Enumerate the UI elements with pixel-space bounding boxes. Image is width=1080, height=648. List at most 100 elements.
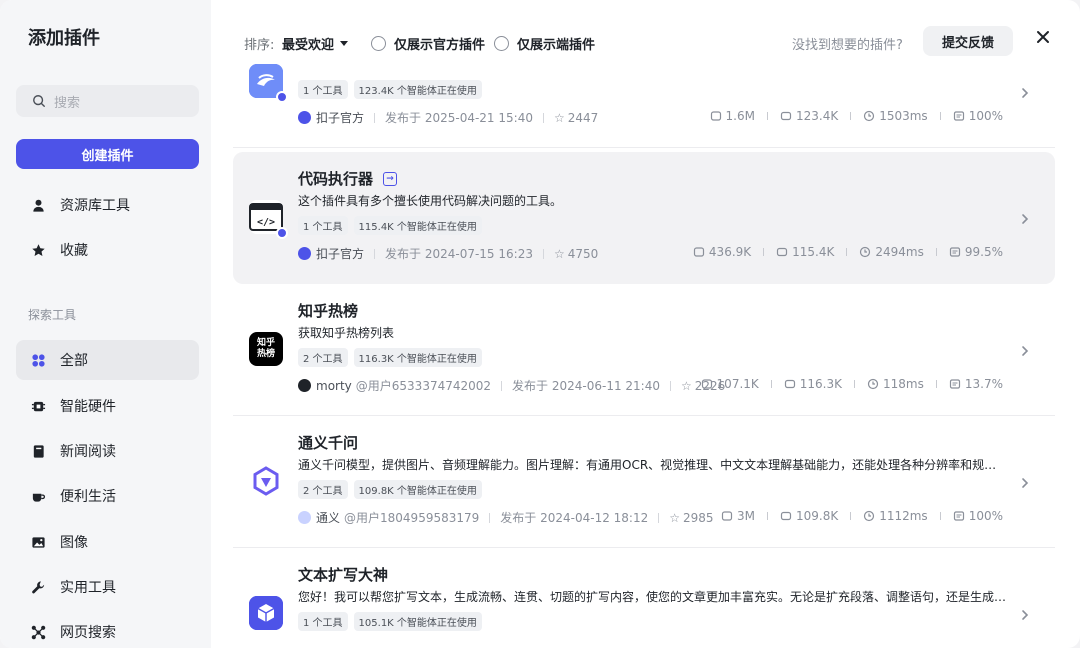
stat-calls: 107.1K — [701, 377, 759, 391]
chevron-right-icon — [1019, 606, 1031, 620]
chevron-right-icon — [1019, 84, 1031, 98]
success-rate-icon — [949, 379, 960, 389]
plugin-card[interactable]: 知乎热榜 知乎热榜 获取知乎热榜列表 2 个工具 116.3K 个智能体正在使用… — [233, 284, 1055, 416]
plugin-meta: 通义 @用户1804959583179 发布于 2024-04-12 18:12… — [298, 509, 714, 526]
chevron-right-icon — [1019, 342, 1031, 356]
close-button[interactable] — [1032, 26, 1054, 48]
main-panel: 排序: 最受欢迎 仅展示官方插件 仅展示端插件 没找到想要的插件? 提交反馈 1… — [211, 0, 1080, 648]
sidebar: 添加插件 搜索 创建插件 资源库工具 收藏 探索工具 全部 智能硬件 新闻阅读 — [0, 0, 211, 648]
stat-value: 100% — [968, 509, 1003, 523]
plugin-card[interactable]: 通义千问 通义千问模型，提供图片、音频理解能力。图片理解：有通用OCR、视觉推理… — [233, 416, 1055, 548]
add-plugin-modal: 添加插件 搜索 创建插件 资源库工具 收藏 探索工具 全部 智能硬件 新闻阅读 — [0, 0, 1080, 648]
stat-bots: 123.4K — [780, 109, 838, 123]
sidebar-item-convenient-life[interactable]: 便利生活 — [16, 476, 199, 516]
sidebar-item-label: 便利生活 — [60, 489, 116, 505]
stat-bots: 109.8K — [780, 509, 838, 523]
publish-date: 发布于 2024-04-12 18:12 — [500, 511, 649, 525]
stat-bots: 115.4K — [776, 245, 834, 259]
plugin-name-text: 通义千问 — [298, 434, 359, 452]
sidebar-item-library-tools[interactable]: 资源库工具 — [16, 185, 199, 225]
plugin-name: 知乎热榜 — [298, 300, 358, 321]
stat-success: 100% — [953, 109, 1003, 123]
stat-value: 436.9K — [708, 245, 752, 259]
sidebar-item-label: 全部 — [60, 353, 88, 369]
divider — [542, 248, 544, 259]
sidebar-item-web-search[interactable]: 网页搜索 — [16, 612, 199, 648]
sidebar-item-all[interactable]: 全部 — [16, 340, 199, 380]
create-plugin-button[interactable]: 创建插件 — [16, 139, 199, 169]
stat-value: 123.4K — [795, 109, 839, 123]
sidebar-item-image[interactable]: 图像 — [16, 522, 199, 562]
usage-tag: 116.3K 个智能体正在使用 — [353, 348, 482, 367]
sidebar-item-label: 图像 — [60, 535, 88, 551]
sidebar-item-favorites[interactable]: 收藏 — [16, 230, 199, 270]
radio-icon — [494, 36, 509, 51]
plugin-card[interactable]: 1 个工具 123.4K 个智能体正在使用 扣子官方 发布于 2025-04-2… — [233, 64, 1055, 148]
cup-icon — [30, 488, 46, 504]
sidebar-item-label: 资源库工具 — [60, 198, 130, 214]
plugin-icon: 知乎热榜 — [249, 332, 283, 366]
plugin-tags: 1 个工具 115.4K 个智能体正在使用 — [298, 216, 482, 235]
plugin-tags: 2 个工具 116.3K 个智能体正在使用 — [298, 348, 482, 367]
open-link-icon[interactable]: → — [383, 171, 398, 186]
divider — [846, 248, 848, 256]
book-icon — [30, 443, 46, 459]
divider — [489, 512, 491, 523]
bot-icon — [784, 379, 795, 389]
sidebar-item-label: 实用工具 — [60, 580, 116, 596]
section-label: 探索工具 — [28, 308, 77, 322]
clock-icon — [864, 510, 875, 522]
chevron-right-icon — [1019, 474, 1031, 488]
sidebar-item-utility-tools[interactable]: 实用工具 — [16, 567, 199, 607]
wrench-icon — [30, 579, 46, 595]
feedback-button[interactable]: 提交反馈 — [923, 26, 1013, 56]
divider — [763, 248, 765, 256]
plugin-tags: 2 个工具 109.8K 个智能体正在使用 — [298, 480, 482, 499]
plugin-name: 代码执行器 → — [298, 168, 398, 189]
publish-date: 发布于 2024-07-15 16:23 — [385, 247, 533, 261]
calls-icon — [721, 511, 733, 521]
author-id: @用户1804959583179 — [344, 511, 480, 525]
tool-count-tag: 2 个工具 — [298, 480, 348, 499]
usage-tag: 115.4K 个智能体正在使用 — [353, 216, 482, 235]
stat-latency: 1112ms — [863, 509, 928, 523]
not-found-hint: 没找到想要的插件? — [792, 38, 903, 53]
author-name: morty — [316, 378, 352, 393]
plugin-stats: 1.6M 123.4K 1503ms 100% — [710, 109, 1003, 123]
sort-value: 最受欢迎 — [282, 38, 335, 53]
divider — [542, 112, 544, 123]
stat-latency: 2494ms — [859, 245, 924, 259]
search-icon — [33, 95, 45, 107]
author-name: 通义 — [316, 511, 341, 525]
stat-value: 115.4K — [792, 245, 835, 259]
sort-dropdown[interactable]: 最受欢迎 — [282, 34, 349, 53]
usage-tag: 123.4K 个智能体正在使用 — [353, 80, 482, 99]
chevron-down-icon — [340, 41, 349, 46]
bot-icon — [780, 511, 792, 521]
sidebar-item-news-reading[interactable]: 新闻阅读 — [16, 431, 199, 471]
divider — [374, 248, 376, 259]
user-icon — [30, 197, 46, 213]
stat-value: 1.6M — [725, 109, 755, 123]
plugin-tags: 1 个工具 123.4K 个智能体正在使用 — [298, 80, 482, 99]
plugin-name: 通义千问 — [298, 432, 358, 453]
plugin-card[interactable]: 文本扩写大神 您好！我可以帮您扩写文本，生成流畅、连贯、切题的扩写内容，使您的文… — [233, 548, 1055, 648]
stat-value: 100% — [968, 109, 1003, 123]
calls-icon — [701, 379, 712, 389]
author-avatar — [298, 511, 311, 524]
plugin-card[interactable]: </> 代码执行器 → 这个插件具有多个擅长使用代码解决问题的工具。 1 个工具 … — [233, 152, 1055, 284]
plugin-stats: 3M 109.8K 1112ms 100% — [721, 509, 1003, 523]
success-rate-icon — [949, 247, 960, 257]
filter-client-radio[interactable]: 仅展示端插件 — [494, 34, 595, 53]
filter-client-label: 仅展示端插件 — [517, 38, 596, 53]
sidebar-item-smart-hardware[interactable]: 智能硬件 — [16, 386, 199, 426]
search-input[interactable]: 搜索 — [16, 85, 199, 117]
chip-icon — [30, 398, 46, 414]
stat-calls: 1.6M — [710, 109, 755, 123]
filter-official-radio[interactable]: 仅展示官方插件 — [371, 34, 485, 53]
stat-value: 2494ms — [875, 245, 924, 259]
plugin-tags: 1 个工具 105.1K 个智能体正在使用 — [298, 612, 482, 631]
success-rate-icon — [953, 511, 964, 521]
filter-official-label: 仅展示官方插件 — [394, 38, 486, 53]
stat-bots: 116.3K — [784, 377, 842, 391]
